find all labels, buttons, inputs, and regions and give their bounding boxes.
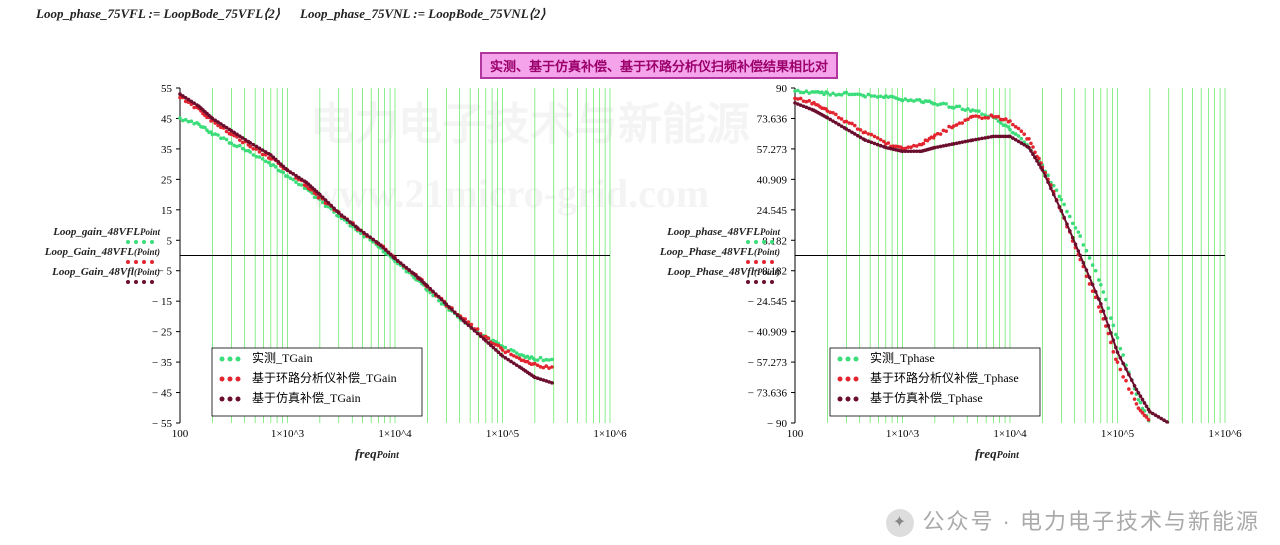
svg-text:45: 45 [161, 113, 173, 125]
svg-text:实测_Tphase: 实测_Tphase [870, 350, 935, 365]
svg-text:35: 35 [161, 144, 173, 156]
svg-text:55: 55 [161, 83, 173, 95]
svg-text:− 40.909: − 40.909 [748, 327, 788, 339]
svg-text:100: 100 [787, 428, 804, 440]
svg-text:基于环路分析仪补偿_TGain: 基于环路分析仪补偿_TGain [252, 370, 397, 385]
svg-text:− 15: − 15 [152, 296, 172, 308]
svg-text:− 25: − 25 [152, 327, 172, 339]
xlabel-gain: freqPoint [355, 446, 399, 462]
svg-text:1×10^6: 1×10^6 [593, 428, 627, 440]
svg-text:− 8.182: − 8.182 [753, 266, 787, 278]
svg-text:− 90: − 90 [767, 418, 787, 430]
xlabel-phase: freqPoint [975, 446, 1019, 462]
svg-text:40.909: 40.909 [757, 174, 788, 186]
footer-credit: ✦公众号 · 电力电子技术与新能源 [886, 504, 1260, 537]
svg-text:基于环路分析仪补偿_Tphase: 基于环路分析仪补偿_Tphase [870, 370, 1019, 385]
svg-text:1×10^3: 1×10^3 [886, 428, 920, 440]
svg-text:1×10^6: 1×10^6 [1208, 428, 1242, 440]
svg-text:− 57.273: − 57.273 [748, 357, 788, 369]
svg-text:1×10^5: 1×10^5 [1101, 428, 1135, 440]
svg-text:− 45: − 45 [152, 388, 172, 400]
svg-text:57.273: 57.273 [757, 144, 788, 156]
svg-text:1×10^5: 1×10^5 [486, 428, 520, 440]
svg-text:− 35: − 35 [152, 357, 172, 369]
svg-text:基于仿真补偿_Tphase: 基于仿真补偿_Tphase [870, 390, 983, 405]
svg-text:1×10^4: 1×10^4 [993, 428, 1027, 440]
svg-text:1×10^4: 1×10^4 [378, 428, 412, 440]
svg-text:− 55: − 55 [152, 418, 172, 430]
svg-text:1×10^3: 1×10^3 [271, 428, 305, 440]
svg-text:− 73.636: − 73.636 [748, 388, 788, 400]
svg-text:实测_TGain: 实测_TGain [252, 350, 313, 365]
svg-text:− 24.545: − 24.545 [748, 296, 788, 308]
bode-plots: − 55− 45− 35− 25− 15− 5515253545551001×1… [0, 0, 1280, 545]
svg-text:90: 90 [776, 83, 788, 95]
svg-text:15: 15 [161, 205, 173, 217]
svg-text:5: 5 [167, 235, 173, 247]
wechat-icon: ✦ [886, 509, 914, 537]
svg-text:8.182: 8.182 [762, 235, 787, 247]
svg-text:基于仿真补偿_TGain: 基于仿真补偿_TGain [252, 390, 361, 405]
svg-text:73.636: 73.636 [757, 113, 788, 125]
svg-text:100: 100 [172, 428, 189, 440]
svg-text:− 5: − 5 [158, 266, 173, 278]
svg-text:25: 25 [161, 174, 173, 186]
svg-text:24.545: 24.545 [757, 205, 788, 217]
